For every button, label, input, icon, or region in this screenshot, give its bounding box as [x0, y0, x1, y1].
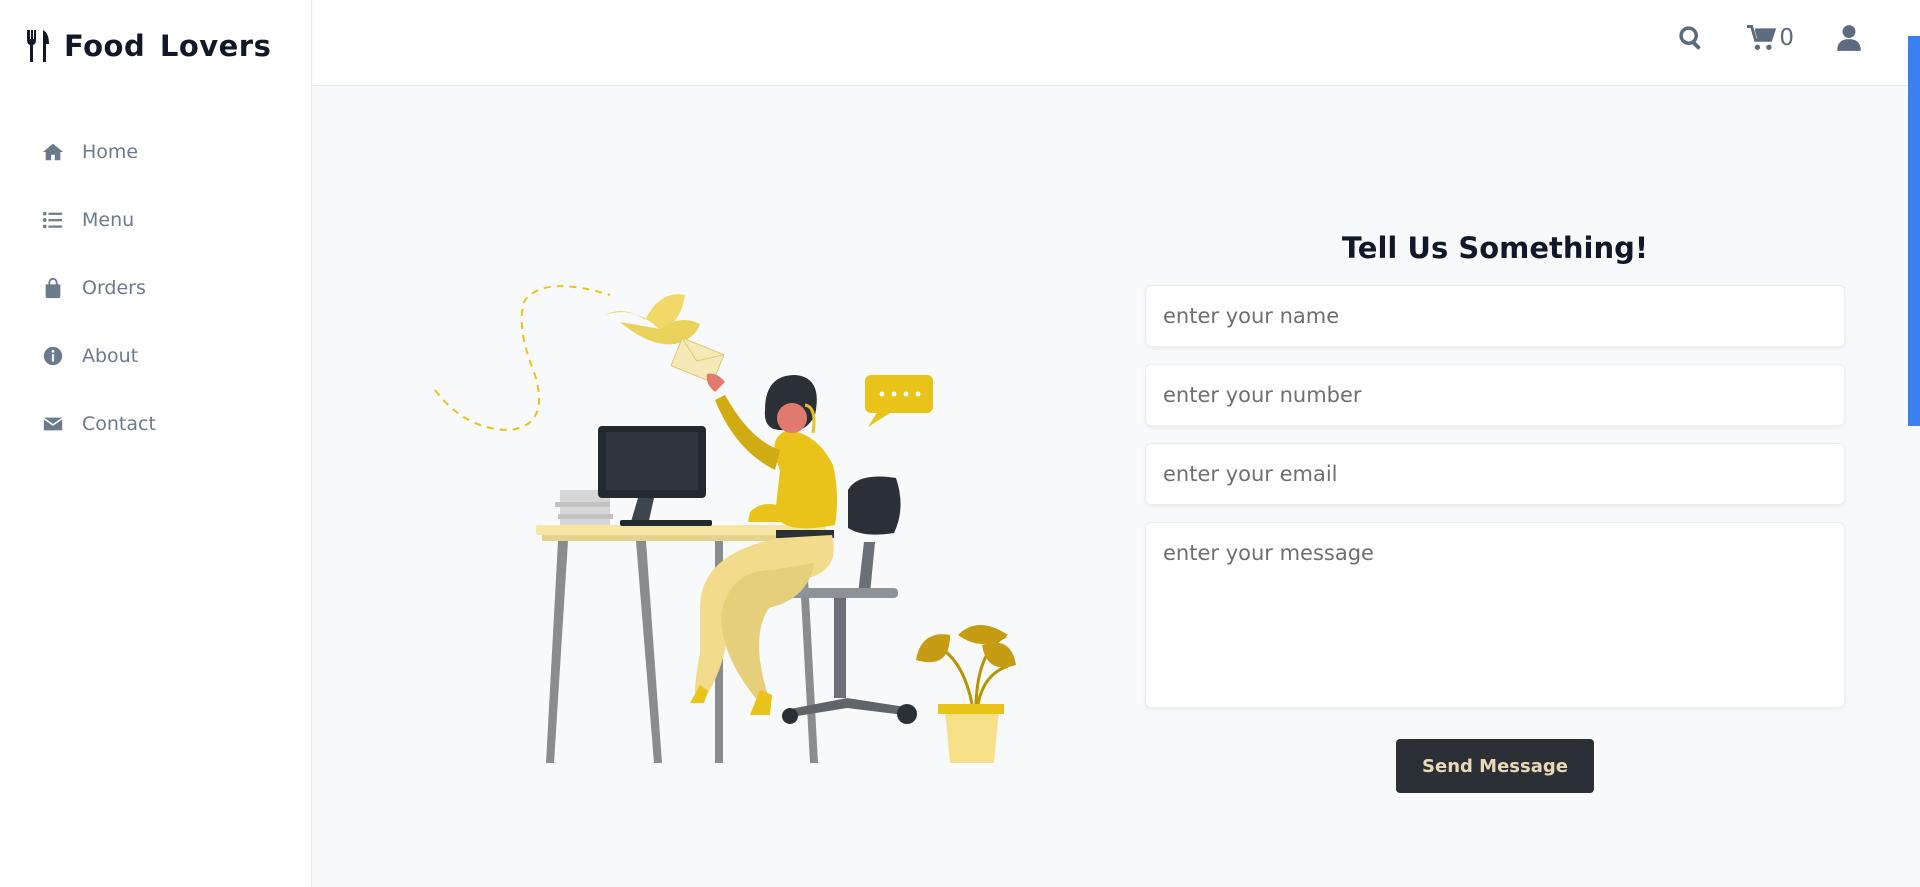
cart-icon — [1747, 24, 1777, 50]
search-button[interactable] — [1677, 24, 1705, 52]
number-input[interactable] — [1145, 364, 1845, 426]
contact-form: Tell Us Something! Send Message — [1145, 225, 1845, 793]
brand-logo[interactable]: Food Lovers — [24, 28, 271, 64]
form-title: Tell Us Something! — [1341, 231, 1649, 265]
sidebar-item-home[interactable]: Home — [0, 118, 312, 186]
list-icon — [42, 207, 68, 233]
sidebar-item-label: Home — [82, 141, 139, 163]
sidebar-item-label: About — [82, 345, 139, 367]
brand-name: Food Lovers — [64, 29, 272, 63]
bird-icon — [605, 294, 700, 345]
message-textarea[interactable] — [1145, 522, 1845, 708]
user-button[interactable] — [1836, 24, 1862, 52]
email-input[interactable] — [1145, 443, 1845, 505]
sidebar-nav: Home Menu Orders About Contact — [0, 118, 312, 458]
sidebar-item-label: Orders — [82, 277, 146, 299]
sidebar-item-contact[interactable]: Contact — [0, 390, 312, 458]
info-circle-icon — [42, 343, 68, 369]
sidebar-item-label: Contact — [82, 413, 156, 435]
send-message-button[interactable]: Send Message — [1396, 739, 1594, 793]
sidebar-item-orders[interactable]: Orders — [0, 254, 312, 322]
sidebar-item-about[interactable]: About — [0, 322, 312, 390]
sidebar: Food Lovers Home Menu Orders About Conta… — [0, 0, 312, 887]
cart-button[interactable]: 0 — [1747, 24, 1794, 52]
customer-support-illustration — [434, 285, 1016, 763]
sidebar-item-menu[interactable]: Menu — [0, 186, 312, 254]
shopping-bag-icon — [42, 275, 68, 301]
topbar: 0 — [313, 0, 1920, 86]
name-input[interactable] — [1145, 285, 1845, 347]
sidebar-item-label: Menu — [82, 209, 135, 231]
user-icon — [1837, 25, 1861, 51]
envelope-icon — [42, 411, 68, 437]
home-icon — [42, 139, 68, 165]
cart-count-badge: 0 — [1779, 25, 1794, 51]
scrollbar-thumb[interactable] — [1908, 36, 1920, 426]
utensils-icon — [27, 30, 49, 62]
speech-bubble-icon — [865, 375, 933, 427]
search-icon — [1679, 26, 1701, 50]
